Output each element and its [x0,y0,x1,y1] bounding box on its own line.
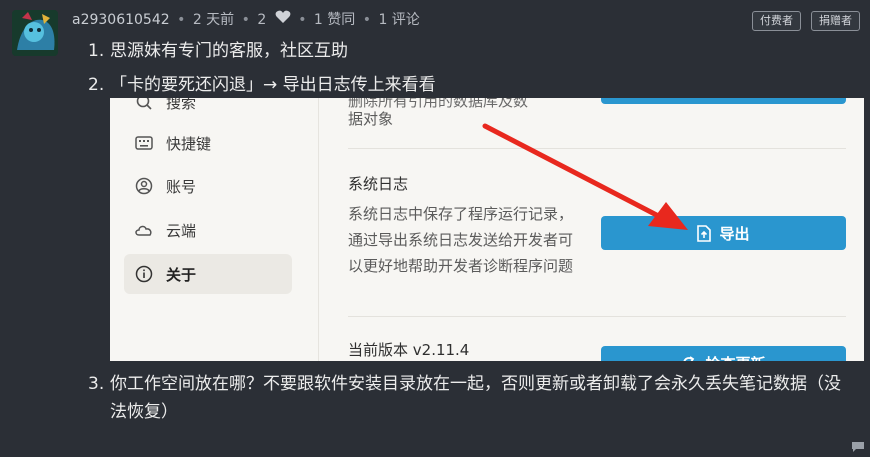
reply-icon[interactable] [852,437,864,452]
upvote-count[interactable]: 1 赞同 [314,12,355,28]
username[interactable]: a2930610542 [72,12,170,28]
heart-icon[interactable] [275,9,291,31]
divider [318,98,319,361]
sidebar-item-shortcuts: 快捷键 [124,123,292,163]
post-meta: a2930610542 • 2 天前 • 2 • 1 赞同 • 1 评论 [72,9,420,31]
previous-description: 据对象 [348,110,394,128]
avatar[interactable] [12,10,58,56]
system-log-description: 系统日志中保存了程序运行记录，通过导出系统日志发送给开发者可以更好地帮助开发者诊… [348,205,574,275]
sidebar-item-account: 账号 [124,166,292,206]
list-item: 3. 你工作空间放在哪？不要跟软件安装目录放在一起，否则更新或者卸载了会永久丢失… [88,374,841,422]
sidebar-item-search: 搜索 [124,98,292,122]
sidebar-item-about: 关于 [124,254,292,294]
file-export-icon [697,224,712,242]
like-count: 2 [257,12,267,28]
export-button: 导出 [601,216,846,250]
cloud-icon [134,220,154,240]
list-item: 1. 思源妹有专门的客服，社区互助 [88,41,348,61]
check-update-button: 检查更新 [601,346,846,361]
sidebar-item-cloud: 云端 [124,210,292,250]
embedded-screenshot: 搜索 快捷键 账号 云端 关于 删除所有引用的数据库及数 据对象 系统日志 系统… [110,98,864,361]
version-label: 当前版本 v2.11.4 [348,341,470,359]
comment-count[interactable]: 1 评论 [378,12,419,28]
divider [348,148,846,149]
info-icon [134,264,154,284]
post-time: 2 天前 [192,12,235,28]
badge-donor: 捐赠者 [811,11,860,31]
list-item: 2. 「卡的要死还闪退」→ 导出日志传上来看看 [88,75,436,95]
search-icon [134,98,154,112]
divider [348,316,846,317]
keyboard-icon [134,133,154,153]
refresh-icon [681,355,697,361]
account-icon [134,176,154,196]
previous-button [601,98,846,104]
user-badges: 付费者 捐赠者 [752,11,860,31]
badge-payer: 付费者 [752,11,801,31]
system-log-title: 系统日志 [348,175,409,193]
